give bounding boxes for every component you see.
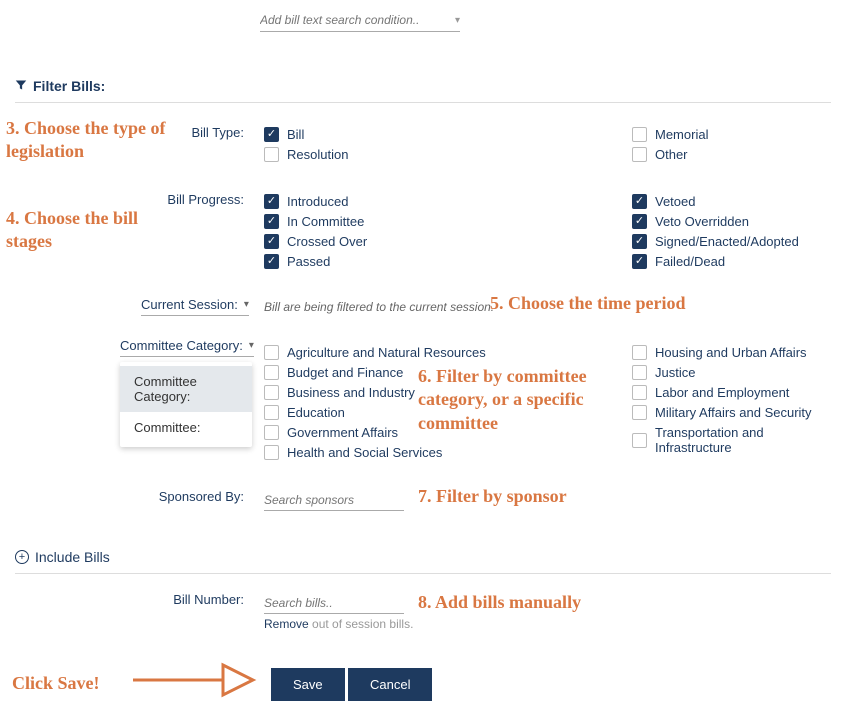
committee-category-option-label: Business and Industry	[287, 385, 415, 400]
popup-item-committee-category[interactable]: Committee Category:	[120, 366, 252, 412]
committee-category-option[interactable]: Military Affairs and Security	[632, 405, 841, 420]
bill-text-search-input[interactable]	[260, 13, 440, 27]
committee-category-option[interactable]: Justice	[632, 365, 841, 380]
remove-rest-text: out of session bills.	[309, 617, 414, 631]
chevron-down-icon: ▾	[249, 340, 254, 351]
bill-progress-option[interactable]: Introduced	[264, 194, 367, 209]
session-dropdown-label: Current Session:	[141, 297, 238, 312]
checkbox-icon[interactable]	[264, 345, 279, 360]
bill-number-search-input[interactable]	[264, 593, 404, 614]
bill-progress-option[interactable]: Vetoed	[632, 194, 799, 209]
bill-progress-option[interactable]: Signed/Enacted/Adopted	[632, 234, 799, 249]
cancel-button[interactable]: Cancel	[348, 668, 432, 701]
bill-progress-option[interactable]: Passed	[264, 254, 367, 269]
bill-text-search-condition[interactable]: ▾	[260, 13, 460, 32]
plus-circle-icon: +	[15, 550, 29, 564]
annotation-3: 3. Choose the type of legislation	[6, 117, 186, 164]
committee-category-option[interactable]: Transportation and Infrastructure	[632, 425, 841, 455]
checkbox-icon[interactable]	[264, 194, 279, 209]
committee-category-option-label: Agriculture and Natural Resources	[287, 345, 486, 360]
checkbox-icon[interactable]	[632, 127, 647, 142]
committee-category-option[interactable]: Agriculture and Natural Resources	[264, 345, 486, 360]
bill-progress-option[interactable]: In Committee	[264, 214, 367, 229]
annotation-4: 4. Choose the bill stages	[6, 207, 186, 254]
committee-category-option-label: Labor and Employment	[655, 385, 789, 400]
bill-number-label: Bill Number:	[130, 592, 244, 607]
bill-progress-option[interactable]: Veto Overridden	[632, 214, 799, 229]
bill-type-option[interactable]: Resolution	[264, 147, 348, 162]
committee-category-option[interactable]: Labor and Employment	[632, 385, 841, 400]
bill-progress-option[interactable]: Crossed Over	[264, 234, 367, 249]
checkbox-icon[interactable]	[264, 385, 279, 400]
bill-progress-label: Bill Progress:	[130, 192, 244, 207]
checkbox-icon[interactable]	[632, 254, 647, 269]
bill-type-option-label: Bill	[287, 127, 304, 142]
bill-type-option-label: Other	[655, 147, 688, 162]
checkbox-icon[interactable]	[632, 234, 647, 249]
annotation-5: 5. Choose the time period	[490, 292, 685, 315]
checkbox-icon[interactable]	[264, 214, 279, 229]
bill-progress-option-label: Passed	[287, 254, 330, 269]
session-info-text: Bill are being filtered to the current s…	[264, 300, 494, 314]
funnel-icon	[15, 78, 27, 94]
bill-progress-option[interactable]: Failed/Dead	[632, 254, 799, 269]
chevron-down-icon: ▾	[455, 15, 460, 26]
include-bills-title: Include Bills	[35, 549, 110, 565]
bill-type-option-label: Memorial	[655, 127, 708, 142]
annotation-6: 6. Filter by committee category, or a sp…	[418, 365, 648, 435]
checkbox-icon[interactable]	[264, 405, 279, 420]
bill-type-option-label: Resolution	[287, 147, 348, 162]
committee-category-option[interactable]: Housing and Urban Affairs	[632, 345, 841, 360]
include-bills-header: + Include Bills	[15, 549, 831, 574]
chevron-down-icon: ▾	[244, 299, 249, 310]
annotation-7: 7. Filter by sponsor	[418, 485, 567, 508]
filter-bills-header: Filter Bills:	[15, 78, 831, 103]
checkbox-icon[interactable]	[264, 254, 279, 269]
committee-category-option-label: Housing and Urban Affairs	[655, 345, 807, 360]
popup-item-committee[interactable]: Committee:	[120, 412, 252, 443]
bill-progress-option-label: Vetoed	[655, 194, 696, 209]
bill-progress-option-label: Signed/Enacted/Adopted	[655, 234, 799, 249]
checkbox-icon[interactable]	[264, 234, 279, 249]
checkbox-icon[interactable]	[632, 147, 647, 162]
bill-progress-option-label: Crossed Over	[287, 234, 367, 249]
committee-category-option-label: Justice	[655, 365, 695, 380]
arrow-icon	[128, 655, 258, 705]
bill-type-option[interactable]: Bill	[264, 127, 348, 142]
bill-progress-option-label: Failed/Dead	[655, 254, 725, 269]
committee-dropdown-popup: Committee Category: Committee:	[120, 362, 252, 447]
bill-progress-option-label: Veto Overridden	[655, 214, 749, 229]
remove-out-of-session-line: Remove out of session bills.	[264, 617, 413, 631]
bill-type-option[interactable]: Other	[632, 147, 708, 162]
checkbox-icon[interactable]	[264, 147, 279, 162]
committee-category-option-label: Military Affairs and Security	[655, 405, 812, 420]
bill-progress-option-label: In Committee	[287, 214, 364, 229]
checkbox-icon[interactable]	[264, 365, 279, 380]
bill-type-option[interactable]: Memorial	[632, 127, 708, 142]
checkbox-icon[interactable]	[632, 194, 647, 209]
checkbox-icon[interactable]	[632, 345, 647, 360]
checkbox-icon[interactable]	[264, 445, 279, 460]
checkbox-icon[interactable]	[264, 127, 279, 142]
committee-category-option-label: Transportation and Infrastructure	[655, 425, 841, 455]
committee-category-option-label: Government Affairs	[287, 425, 398, 440]
committee-category-dropdown[interactable]: Committee Category: ▾	[120, 338, 254, 357]
committee-category-option-label: Education	[287, 405, 345, 420]
save-button[interactable]: Save	[271, 668, 345, 701]
bill-progress-option-label: Introduced	[287, 194, 348, 209]
checkbox-icon[interactable]	[264, 425, 279, 440]
committee-dropdown-label: Committee Category:	[120, 338, 243, 353]
sponsor-search-input[interactable]	[264, 490, 404, 511]
annotation-save: Click Save!	[12, 672, 100, 695]
session-dropdown[interactable]: Current Session: ▾	[141, 297, 249, 316]
committee-category-option[interactable]: Health and Social Services	[264, 445, 486, 460]
remove-link[interactable]: Remove	[264, 617, 309, 631]
sponsored-by-label: Sponsored By:	[130, 489, 244, 504]
annotation-8: 8. Add bills manually	[418, 591, 581, 614]
committee-category-option-label: Budget and Finance	[287, 365, 403, 380]
committee-category-option-label: Health and Social Services	[287, 445, 442, 460]
filter-bills-title: Filter Bills:	[33, 78, 105, 94]
checkbox-icon[interactable]	[632, 214, 647, 229]
